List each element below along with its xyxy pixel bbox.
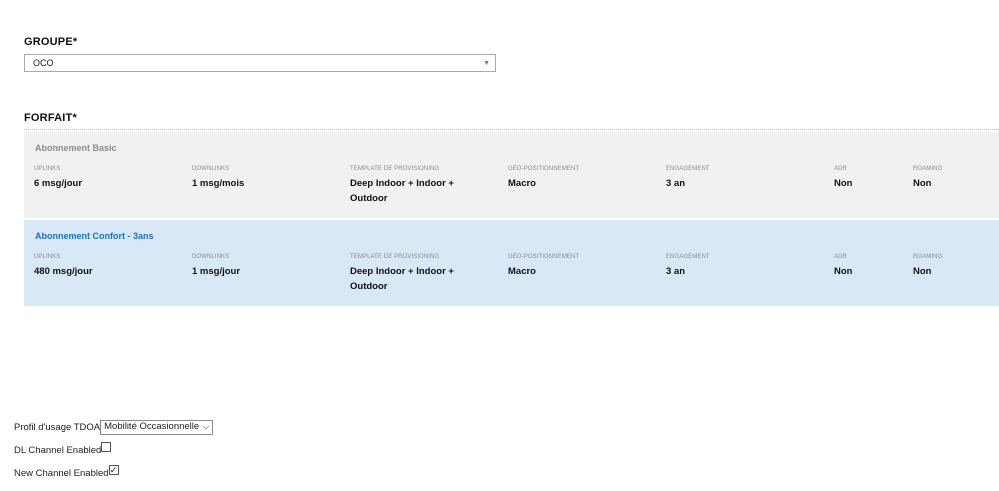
dl-channel-row: DL Channel Enabled [14,442,112,456]
col-header-uplinks: UPLINKS [34,166,61,172]
plan-downlinks: DOWNLINKS 1 msg/mois [192,166,244,191]
plan-roaming: ROAMING Non [913,166,942,191]
downlinks-value: 1 msg/mois [192,178,245,189]
roaming-value: Non [913,266,932,277]
groupe-selected-value: OCO [33,58,54,68]
col-header-geo: GÉO-POSITIONNEMENT [508,254,580,260]
forfait-label: FORFAIT* [24,112,77,124]
col-header-uplinks: UPLINKS [34,254,61,260]
geo-value: Macro [508,178,536,189]
roaming-value: Non [913,178,932,189]
plan-card-confort[interactable]: Abonnement Confort - 3ans UPLINKS 480 ms… [24,220,999,306]
plan-engagement: ENGAGEMENT 3 an [666,254,710,279]
col-header-downlinks: DOWNLINKS [192,166,230,172]
template-value: Deep Indoor + Indoor + Outdoor [350,266,454,292]
col-header-downlinks: DOWNLINKS [192,254,230,260]
groupe-select[interactable]: OCO ▼ [24,54,496,72]
forfait-divider [24,129,999,130]
engagement-value: 3 an [666,266,686,277]
plan-card-basic[interactable]: Abonnement Basic UPLINKS 6 msg/jour DOWN… [24,132,999,218]
adr-value: Non [834,178,853,189]
tdoa-label: Profil d'usage TDOA [14,422,101,434]
new-channel-checkbox[interactable]: ✓ [108,465,119,475]
col-header-geo: GÉO-POSITIONNEMENT [508,166,580,172]
col-header-roaming: ROAMING [913,254,943,260]
plan-uplinks: UPLINKS 480 msg/jour [34,254,93,279]
col-header-template: TEMPLATE DE PROVISIONING [350,166,440,172]
groupe-label: GROUPE* [24,36,78,48]
plan-template: TEMPLATE DE PROVISIONING Deep Indoor + I… [350,254,490,294]
plan-template: TEMPLATE DE PROVISIONING Deep Indoor + I… [350,166,490,206]
col-header-engagement: ENGAGEMENT [666,254,710,260]
dl-channel-checkbox[interactable] [101,442,112,452]
tdoa-selected-value: Mobilité Occasionnelle [104,421,200,432]
col-header-roaming: ROAMING [913,166,943,172]
plan-uplinks: UPLINKS 6 msg/jour [34,166,82,191]
plan-downlinks: DOWNLINKS 1 msg/jour [192,254,240,279]
plan-engagement: ENGAGEMENT 3 an [666,166,710,191]
plan-adr: ADR Non [834,166,852,191]
plan-geo: GÉO-POSITIONNEMENT Macro [508,166,579,191]
downlinks-value: 1 msg/jour [192,266,241,277]
new-channel-label: New Channel Enabled [14,468,109,479]
plan-name: Abonnement Confort - 3ans [35,231,154,241]
new-channel-row: New Channel Enabled✓ [14,465,119,479]
col-header-template: TEMPLATE DE PROVISIONING [350,254,440,260]
uplinks-value: 6 msg/jour [34,178,83,189]
chevron-down-icon: ⌵ [203,422,210,431]
plan-name: Abonnement Basic [35,143,117,153]
col-header-engagement: ENGAGEMENT [666,166,710,172]
dl-channel-label: DL Channel Enabled [14,445,102,456]
template-value: Deep Indoor + Indoor + Outdoor [350,178,454,204]
dropdown-arrow-icon: ▼ [483,60,490,67]
col-header-adr: ADR [834,166,847,172]
engagement-value: 3 an [666,178,686,189]
checkmark-icon: ✓ [109,465,118,475]
adr-value: Non [834,266,853,277]
col-header-adr: ADR [834,254,847,260]
plan-roaming: ROAMING Non [913,254,942,279]
plan-adr: ADR Non [834,254,852,279]
tdoa-select[interactable]: Mobilité Occasionnelle ⌵ [100,420,214,435]
plan-geo: GÉO-POSITIONNEMENT Macro [508,254,579,279]
tdoa-row: Profil d'usage TDOA Mobilité Occasionnell… [14,420,214,435]
uplinks-value: 480 msg/jour [34,266,93,277]
geo-value: Macro [508,266,536,277]
